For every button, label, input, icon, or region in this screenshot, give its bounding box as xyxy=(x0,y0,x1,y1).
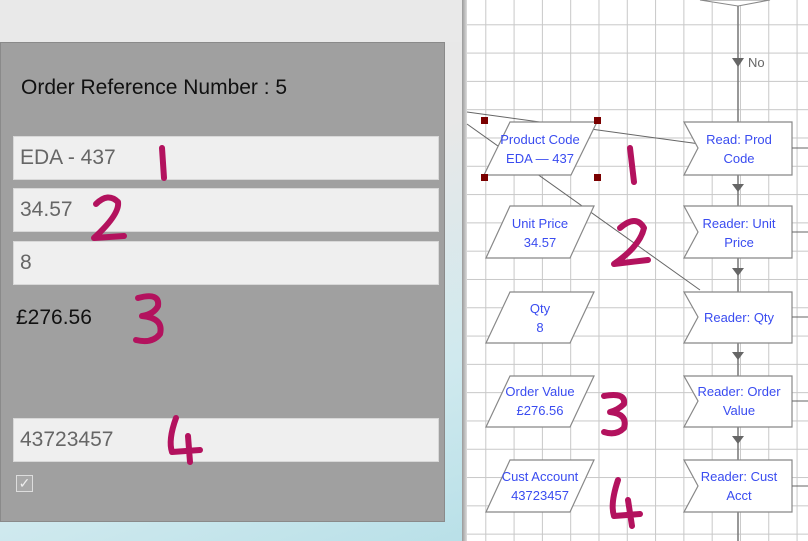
input-value: 34.57 xyxy=(523,235,557,250)
step-reader-qty[interactable]: Reader: Qty xyxy=(686,308,792,327)
input-value: 8 xyxy=(536,320,544,335)
input-product-code[interactable]: Product Code EDA — 437 xyxy=(484,130,596,168)
step-label: Price xyxy=(724,235,754,250)
step-label: Code xyxy=(723,151,755,166)
decision-no-label: No xyxy=(748,55,765,70)
step-label: Value xyxy=(722,403,756,418)
step-read-prod-code[interactable]: Read: Prod Code xyxy=(686,130,792,168)
diagram-annotation-3 xyxy=(601,392,628,437)
step-reader-cust-acct[interactable]: Reader: Cust Acct xyxy=(686,467,792,505)
step-label: Read: Prod xyxy=(706,132,772,147)
input-unit-price[interactable]: Unit Price 34.57 xyxy=(484,214,596,252)
step-label: Reader: Order xyxy=(697,384,781,399)
diagram-annotation-4 xyxy=(609,477,643,529)
input-label: Unit Price xyxy=(511,216,569,231)
step-label: Reader: Cust xyxy=(700,469,778,484)
input-value: £276.56 xyxy=(516,403,564,418)
step-reader-order-value[interactable]: Reader: Order Value xyxy=(686,382,792,420)
flowchart-shapes xyxy=(466,0,808,541)
input-label: Qty xyxy=(529,301,551,316)
step-label: Acct xyxy=(726,488,752,503)
diagram-annotation-2 xyxy=(611,218,651,267)
input-label: Product Code xyxy=(500,132,580,147)
step-reader-unit-price[interactable]: Reader: Unit Price xyxy=(686,214,792,252)
step-label: Reader: Qty xyxy=(703,310,775,325)
input-qty[interactable]: Qty 8 xyxy=(484,299,596,337)
input-label: Cust Account xyxy=(501,469,579,484)
side-connectors xyxy=(792,147,808,487)
input-value: 43723457 xyxy=(511,488,569,503)
input-order-value[interactable]: Order Value £276.56 xyxy=(484,382,596,420)
decision-diamond[interactable] xyxy=(699,0,771,7)
input-value: EDA — 437 xyxy=(506,151,574,166)
input-cust-account[interactable]: Cust Account 43723457 xyxy=(484,467,596,505)
diagram-annotation-1 xyxy=(627,145,637,185)
step-label: Reader: Unit xyxy=(702,216,776,231)
input-label: Order Value xyxy=(505,384,575,399)
